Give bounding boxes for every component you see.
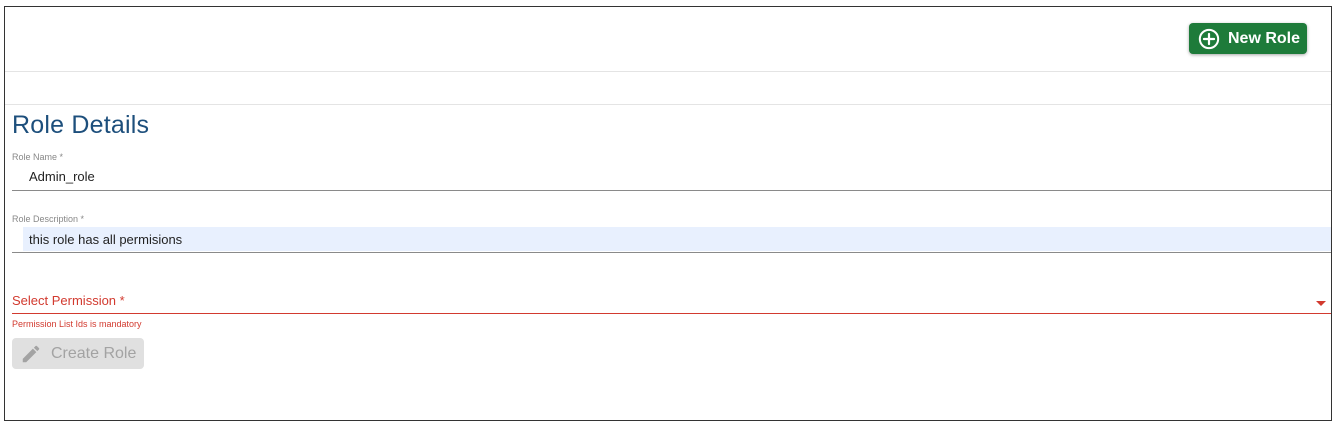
role-description-underline [12, 252, 1331, 253]
page-title: Role Details [12, 111, 150, 139]
role-name-label: Role Name * [12, 152, 64, 162]
create-role-button[interactable]: Create Role [12, 338, 144, 369]
new-role-button[interactable]: New Role [1189, 23, 1307, 54]
new-role-label: New Role [1228, 29, 1301, 47]
role-name-underline [12, 190, 1331, 191]
toolbar-divider [5, 71, 1331, 72]
role-description-input[interactable]: this role has all permisions [23, 227, 1331, 251]
role-form-panel: New Role Role Details Role Name * Admin_… [4, 6, 1332, 421]
plus-circle-icon [1198, 28, 1220, 50]
permission-error-message: Permission List Ids is mandatory [12, 319, 142, 329]
dropdown-arrow-icon[interactable] [1316, 301, 1326, 306]
select-permission-dropdown[interactable]: Select Permission * [12, 293, 125, 308]
role-description-label: Role Description * [12, 214, 85, 224]
role-name-input[interactable]: Admin_role [12, 164, 1331, 188]
pencil-icon [20, 343, 42, 365]
select-permission-underline [12, 313, 1331, 314]
section-divider [5, 104, 1331, 105]
create-role-label: Create Role [51, 344, 137, 362]
